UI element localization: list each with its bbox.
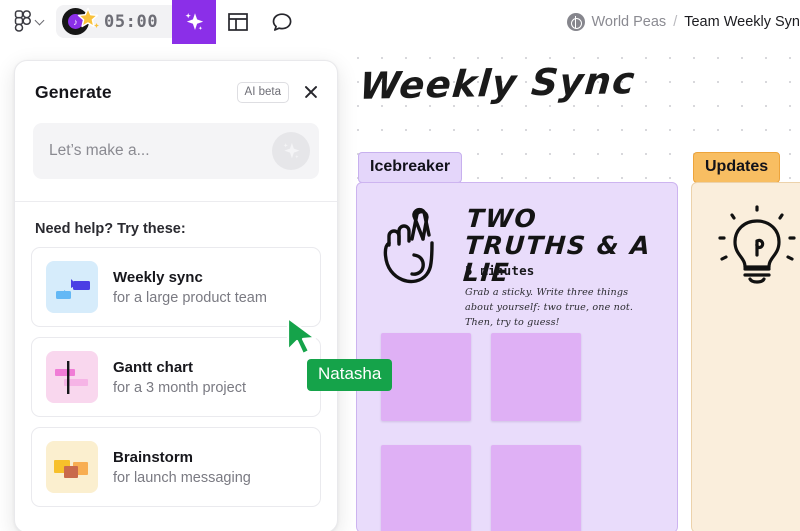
sticky-note[interactable]	[381, 333, 471, 421]
panel-title: Generate	[35, 81, 112, 102]
cursor-pointer-icon	[286, 316, 317, 356]
close-icon[interactable]	[299, 80, 323, 104]
canvas-board[interactable]: Weekly Sync Icebreaker TWO TRUTHS & A LI…	[340, 44, 800, 531]
sparkle-icon	[185, 13, 204, 30]
panel-header: Generate AI beta	[15, 61, 337, 123]
suggestion-brainstorm[interactable]: Brainstorm for launch messaging	[31, 427, 321, 507]
figjam-logo-icon	[14, 10, 31, 32]
sticky-note[interactable]	[381, 445, 471, 531]
top-toolbar: ♪ 05:00 World Peas / Team Weekly Syn	[0, 0, 800, 44]
sticky-note[interactable]	[491, 445, 581, 531]
prompt-input-wrapper[interactable]: Let’s make a...	[33, 123, 319, 179]
prompt-area: Let’s make a...	[15, 123, 337, 179]
comment-bubble-icon	[272, 13, 292, 31]
figjam-menu-button[interactable]	[10, 8, 49, 34]
icebreaker-board[interactable]: TWO TRUTHS & A LIE 5 minutes Grab a stic…	[356, 182, 678, 531]
suggestion-title: Gantt chart	[113, 358, 194, 376]
chevron-down-icon	[36, 17, 45, 26]
timer-badge: ♪	[62, 7, 102, 36]
weekly-sync-thumbnail	[46, 261, 98, 313]
ai-generate-button[interactable]	[172, 0, 216, 44]
suggestions-list: Weekly sync for a large product team Gan…	[15, 247, 337, 507]
section-label-updates[interactable]: Updates	[693, 152, 781, 183]
breadcrumb-file[interactable]: Team Weekly Syn	[684, 14, 800, 30]
sticky-note[interactable]	[491, 333, 581, 421]
breadcrumb-team[interactable]: World Peas	[592, 14, 667, 30]
suggestion-gantt-chart[interactable]: Gantt chart for a 3 month project	[31, 337, 321, 417]
collab-cursor: Natasha	[285, 316, 393, 391]
suggestion-text: Brainstorm for launch messaging	[113, 449, 251, 486]
app-root: Weekly Sync Icebreaker TWO TRUTHS & A LI…	[0, 0, 800, 531]
panel-header-actions: AI beta	[236, 80, 323, 104]
breadcrumb[interactable]: World Peas / Team Weekly Syn	[566, 13, 800, 31]
suggestion-subtitle: for a large product team	[113, 289, 267, 306]
suggestions-label: Need help? Try these:	[35, 221, 186, 237]
breadcrumb-separator: /	[673, 14, 678, 30]
generate-panel: Generate AI beta Let’s make a... Need he…	[14, 60, 338, 531]
ai-beta-badge: AI beta	[236, 81, 289, 103]
prompt-submit-button[interactable]	[272, 132, 310, 170]
icebreaker-card-duration: 5 minutes	[465, 263, 535, 278]
suggestion-subtitle: for launch messaging	[113, 469, 251, 486]
template-button[interactable]	[216, 0, 260, 44]
prompt-placeholder: Let’s make a...	[49, 142, 150, 159]
suggestion-text: Weekly sync for a large product team	[113, 269, 267, 306]
suggestion-title: Weekly sync	[113, 268, 203, 286]
team-avatar-icon	[566, 13, 585, 31]
section-label-icebreaker[interactable]: Icebreaker	[358, 152, 463, 183]
brainstorm-thumbnail	[46, 441, 98, 493]
comment-button[interactable]	[260, 0, 304, 44]
suggestion-subtitle: for a 3 month project	[113, 379, 246, 396]
template-grid-icon	[228, 13, 248, 31]
suggestion-weekly-sync[interactable]: Weekly sync for a large product team	[31, 247, 321, 327]
star-icon	[77, 7, 99, 28]
board-title: Weekly Sync	[357, 59, 638, 108]
crossed-fingers-icon	[383, 207, 434, 284]
timer-value: 05:00	[104, 11, 159, 32]
icebreaker-card-body: Grab a sticky. Write three things about …	[465, 287, 634, 328]
lightbulb-icon	[718, 205, 796, 284]
suggestion-text: Gantt chart for a 3 month project	[113, 359, 246, 396]
sparkle-icon	[283, 142, 300, 159]
timer-widget[interactable]: ♪ 05:00	[56, 5, 178, 38]
suggestion-title: Brainstorm	[113, 448, 194, 466]
gantt-chart-thumbnail	[46, 351, 98, 403]
cursor-name-label: Natasha	[307, 359, 393, 391]
updates-board[interactable]	[691, 182, 800, 531]
